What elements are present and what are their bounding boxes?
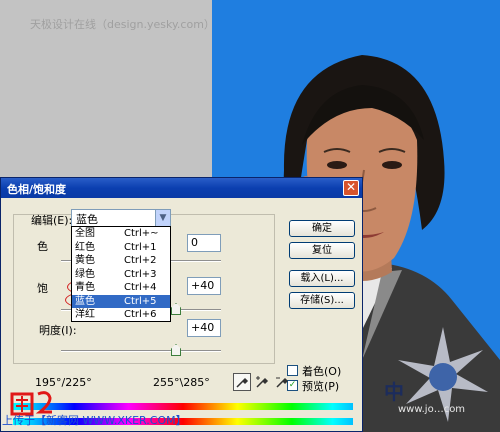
bottom-watermark: 上传于【新客网 WWW.XKER.COM】 [2, 414, 187, 427]
chevron-down-icon[interactable]: ▼ [155, 210, 170, 226]
hue-label: 色 [37, 240, 48, 253]
load-button[interactable]: 载入(L)... [289, 270, 355, 287]
dialog-title-bar[interactable]: 色相/饱和度 [1, 178, 362, 198]
close-button[interactable]: ✕ [343, 180, 359, 196]
dialog-title: 色相/饱和度 [7, 183, 67, 196]
dropdown-item-reds[interactable]: 红色 Ctrl+1 [72, 241, 170, 255]
ok-button[interactable]: 确定 [289, 220, 355, 237]
saturation-input[interactable]: +40 [187, 277, 221, 295]
range-right-readout: 255°\285° [153, 376, 210, 389]
lightness-label: 明度(I): [39, 324, 77, 337]
edit-dropdown-list: 全图 Ctrl+~ 红色 Ctrl+1 黄色 Ctrl+2 绿色 Ctrl+3 青色 Ct… [71, 226, 171, 322]
corner-watermark-text: 中 [384, 380, 406, 404]
edit-select[interactable]: 蓝色 ▼ [71, 209, 171, 227]
dropdown-item-yellows[interactable]: 黄色 Ctrl+2 [72, 254, 170, 268]
dropdown-item-magentas[interactable]: 洋红 Ctrl+6 [72, 308, 170, 322]
dropdown-item-cyans[interactable]: 青色 Ctrl+4 [72, 281, 170, 295]
colorize-label: 着色(O) [302, 365, 342, 378]
corner-watermark-url: www.jo…com [398, 404, 466, 415]
reset-button[interactable]: 复位 [289, 242, 355, 259]
dropdown-item-greens[interactable]: 绿色 Ctrl+3 [72, 268, 170, 282]
dropdown-item-blues[interactable]: 蓝色 Ctrl+5 [72, 294, 170, 308]
edit-label: 编辑(E): [31, 214, 73, 227]
eyedropper-minus-icon[interactable] [273, 373, 291, 391]
dropdown-item-master[interactable]: 全图 Ctrl+~ [72, 227, 170, 241]
preview-label: 预览(P) [302, 380, 340, 393]
edit-select-value: 蓝色 [76, 213, 98, 226]
saturation-label: 饱 [37, 282, 48, 295]
eyedropper-icon[interactable] [233, 373, 251, 391]
close-icon: ✕ [345, 180, 357, 194]
lightness-slider-track[interactable] [61, 350, 221, 352]
eyedropper-plus-icon[interactable] [253, 373, 271, 391]
save-button[interactable]: 存储(S)... [289, 292, 355, 309]
lightness-input[interactable]: +40 [187, 319, 221, 337]
hue-input[interactable]: 0 [187, 234, 221, 252]
